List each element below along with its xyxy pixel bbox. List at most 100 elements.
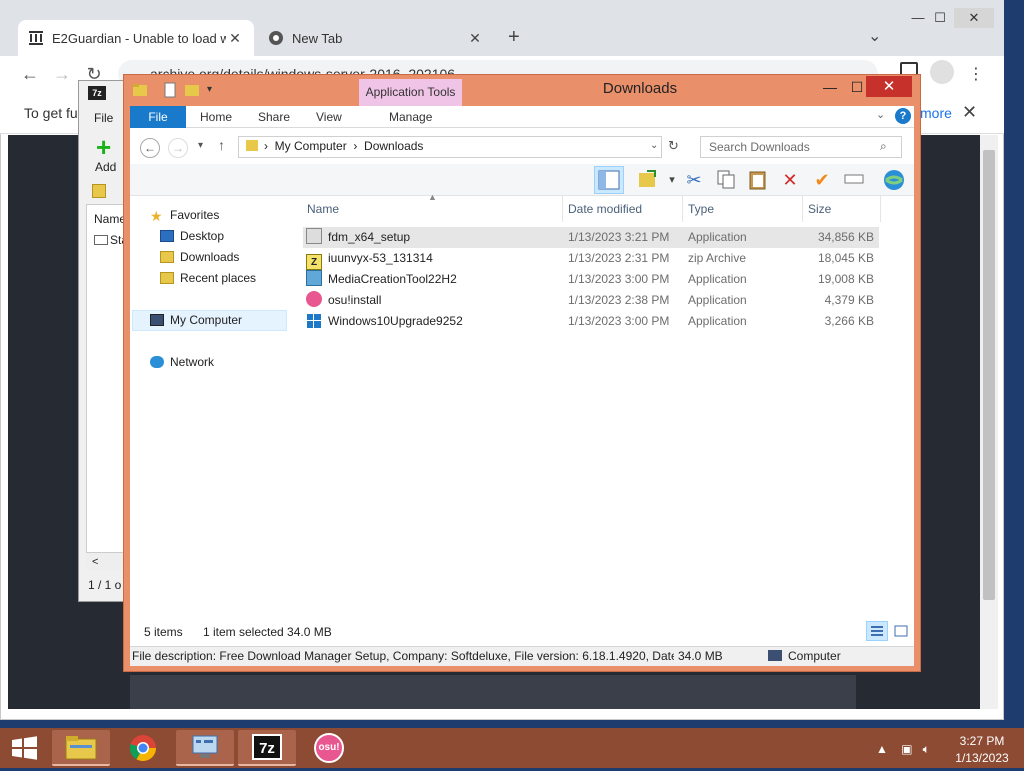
explorer-minimize-button[interactable]: — xyxy=(815,77,845,97)
system-tray[interactable]: ▲ ▣ 🔈︎ xyxy=(876,742,930,757)
tab-close-icon[interactable]: ✕ xyxy=(226,30,244,47)
menu-icon[interactable]: ⋮ xyxy=(968,64,984,84)
nav-desktop[interactable]: Desktop xyxy=(160,227,224,246)
sevenzip-hscroll[interactable]: < xyxy=(86,552,124,570)
nav-my-computer[interactable]: My Computer xyxy=(150,311,242,330)
add-icon[interactable]: + xyxy=(96,134,111,160)
recent-locations-icon[interactable]: ▾ xyxy=(198,140,203,151)
file-row-media-creation-tool[interactable]: MediaCreationTool22H2 xyxy=(306,269,560,290)
sevenzip-menu-file[interactable]: File xyxy=(94,111,113,125)
add-button[interactable]: Add xyxy=(95,160,116,174)
search-input[interactable]: Search Downloads xyxy=(700,136,902,158)
column-divider[interactable] xyxy=(802,196,803,222)
breadcrumb-sep[interactable]: › xyxy=(353,139,357,153)
explorer-folder-icon xyxy=(133,84,147,96)
taskbar-7zip[interactable]: 7z xyxy=(238,730,296,766)
breadcrumb[interactable]: › My Computer › Downloads xyxy=(246,139,423,153)
file-row-fdm[interactable]: fdm_x64_setup xyxy=(306,227,560,248)
ribbon-tab-home[interactable]: Home xyxy=(200,106,232,128)
cut-icon[interactable]: ✂ xyxy=(682,168,706,192)
column-divider[interactable] xyxy=(880,196,881,222)
globe-icon[interactable] xyxy=(882,168,906,192)
chrome-icon xyxy=(268,30,284,46)
scrollbar-thumb[interactable] xyxy=(983,150,995,600)
start-button[interactable] xyxy=(0,728,48,768)
up-arrow-icon[interactable]: ↑ xyxy=(218,137,225,153)
new-folder-icon[interactable] xyxy=(184,82,200,98)
profile-avatar[interactable] xyxy=(930,60,954,84)
column-size[interactable]: Size xyxy=(808,201,831,223)
breadcrumb-sep[interactable]: › xyxy=(264,139,268,153)
file-row-osu-install[interactable]: osu!install xyxy=(306,290,560,311)
nav-network[interactable]: Network xyxy=(150,353,214,372)
ribbon-tab-file[interactable]: File xyxy=(130,106,186,128)
explorer-close-button[interactable]: ✕ xyxy=(866,76,912,97)
tab-new-tab[interactable]: New Tab ✕ xyxy=(258,20,494,56)
forward-icon[interactable]: → xyxy=(50,62,74,86)
delete-icon[interactable]: ✕ xyxy=(778,168,802,192)
ribbon-tab-manage[interactable]: Manage xyxy=(389,106,432,128)
tab-title: E2Guardian - Unable to load web xyxy=(52,30,226,46)
nav-downloads[interactable]: Downloads xyxy=(160,248,239,267)
properties-icon[interactable] xyxy=(162,82,178,98)
column-name[interactable]: Name xyxy=(307,201,339,223)
volume-icon[interactable]: 🔈︎ xyxy=(923,742,930,756)
rename-icon[interactable] xyxy=(842,168,866,192)
folder-up-icon[interactable] xyxy=(92,184,106,198)
file-row-windows10-upgrade[interactable]: Windows10Upgrade9252 xyxy=(306,311,560,332)
column-date-modified[interactable]: Date modified xyxy=(568,201,642,223)
file-name: fdm_x64_setup xyxy=(328,230,411,244)
learn-more-link[interactable]: more xyxy=(920,105,952,121)
ribbon xyxy=(130,106,914,128)
ribbon-tab-share[interactable]: Share xyxy=(258,106,290,128)
ribbon-tab-view[interactable]: View xyxy=(316,106,342,128)
paste-icon[interactable] xyxy=(746,168,770,192)
taskbar-control-panel[interactable] xyxy=(176,730,234,766)
taskbar-file-explorer[interactable] xyxy=(52,730,110,766)
taskbar-osu[interactable]: osu! xyxy=(300,730,358,766)
sevenzip-col-name[interactable]: Name xyxy=(94,212,126,226)
osu-icon xyxy=(306,291,322,307)
ribbon-expand-icon[interactable]: ⌄ xyxy=(876,108,885,121)
column-divider[interactable] xyxy=(562,196,563,222)
tab-search-button[interactable]: ⌄ xyxy=(868,26,881,46)
tab-close-icon[interactable]: ✕ xyxy=(466,30,484,47)
close-button[interactable]: ✕ xyxy=(954,8,994,28)
network-tray-icon[interactable]: ▣ xyxy=(901,742,912,756)
file-type: zip Archive xyxy=(688,251,747,265)
taskbar-chrome[interactable] xyxy=(114,730,172,766)
file-date: 1/13/2023 2:31 PM xyxy=(568,251,670,265)
help-icon[interactable]: ? xyxy=(895,108,911,124)
breadcrumb-current[interactable]: Downloads xyxy=(364,139,423,153)
column-divider[interactable] xyxy=(682,196,683,222)
file-row-zip[interactable]: Ziuunvyx-53_131314 xyxy=(306,248,560,270)
large-icons-view-button[interactable] xyxy=(890,621,912,641)
refresh-icon[interactable]: ↻ xyxy=(668,138,679,154)
sevenzip-icon: 7z xyxy=(88,86,106,100)
qat-dropdown-icon[interactable]: ▾ xyxy=(207,84,212,95)
info-close-icon[interactable]: ✕ xyxy=(962,102,977,123)
preview-pane-button[interactable] xyxy=(594,166,624,194)
search-icon[interactable]: ⌕ xyxy=(880,139,887,154)
back-icon[interactable]: ← xyxy=(18,62,42,86)
clock-date[interactable]: 1/13/2023 xyxy=(950,751,1014,765)
details-view-button[interactable] xyxy=(866,621,888,641)
address-dropdown-icon[interactable]: ⌄ xyxy=(650,140,658,151)
nav-favorites[interactable]: ★ Favorites xyxy=(150,206,219,225)
back-arrow-icon[interactable]: ← xyxy=(140,138,160,158)
tray-expand-icon[interactable]: ▲ xyxy=(876,742,888,756)
column-type[interactable]: Type xyxy=(688,201,714,223)
forward-arrow-icon[interactable]: → xyxy=(168,138,188,158)
new-tab-button[interactable]: + xyxy=(508,26,520,49)
properties-check-icon[interactable]: ✔ xyxy=(810,168,834,192)
nav-recent-places[interactable]: Recent places xyxy=(160,269,256,288)
folder-options-icon[interactable] xyxy=(636,168,660,192)
sort-arrow-icon: ▲ xyxy=(428,192,437,202)
breadcrumb-root[interactable]: My Computer xyxy=(275,139,347,153)
clock-time[interactable]: 3:27 PM xyxy=(956,734,1008,748)
tab-e2guardian[interactable]: E2Guardian - Unable to load web ✕ xyxy=(18,20,254,56)
context-tab-application-tools: Application Tools xyxy=(359,79,462,106)
folder-options-dropdown-icon[interactable]: ▾ xyxy=(660,168,684,192)
recent-places-icon xyxy=(160,272,174,284)
copy-icon[interactable] xyxy=(714,168,738,192)
